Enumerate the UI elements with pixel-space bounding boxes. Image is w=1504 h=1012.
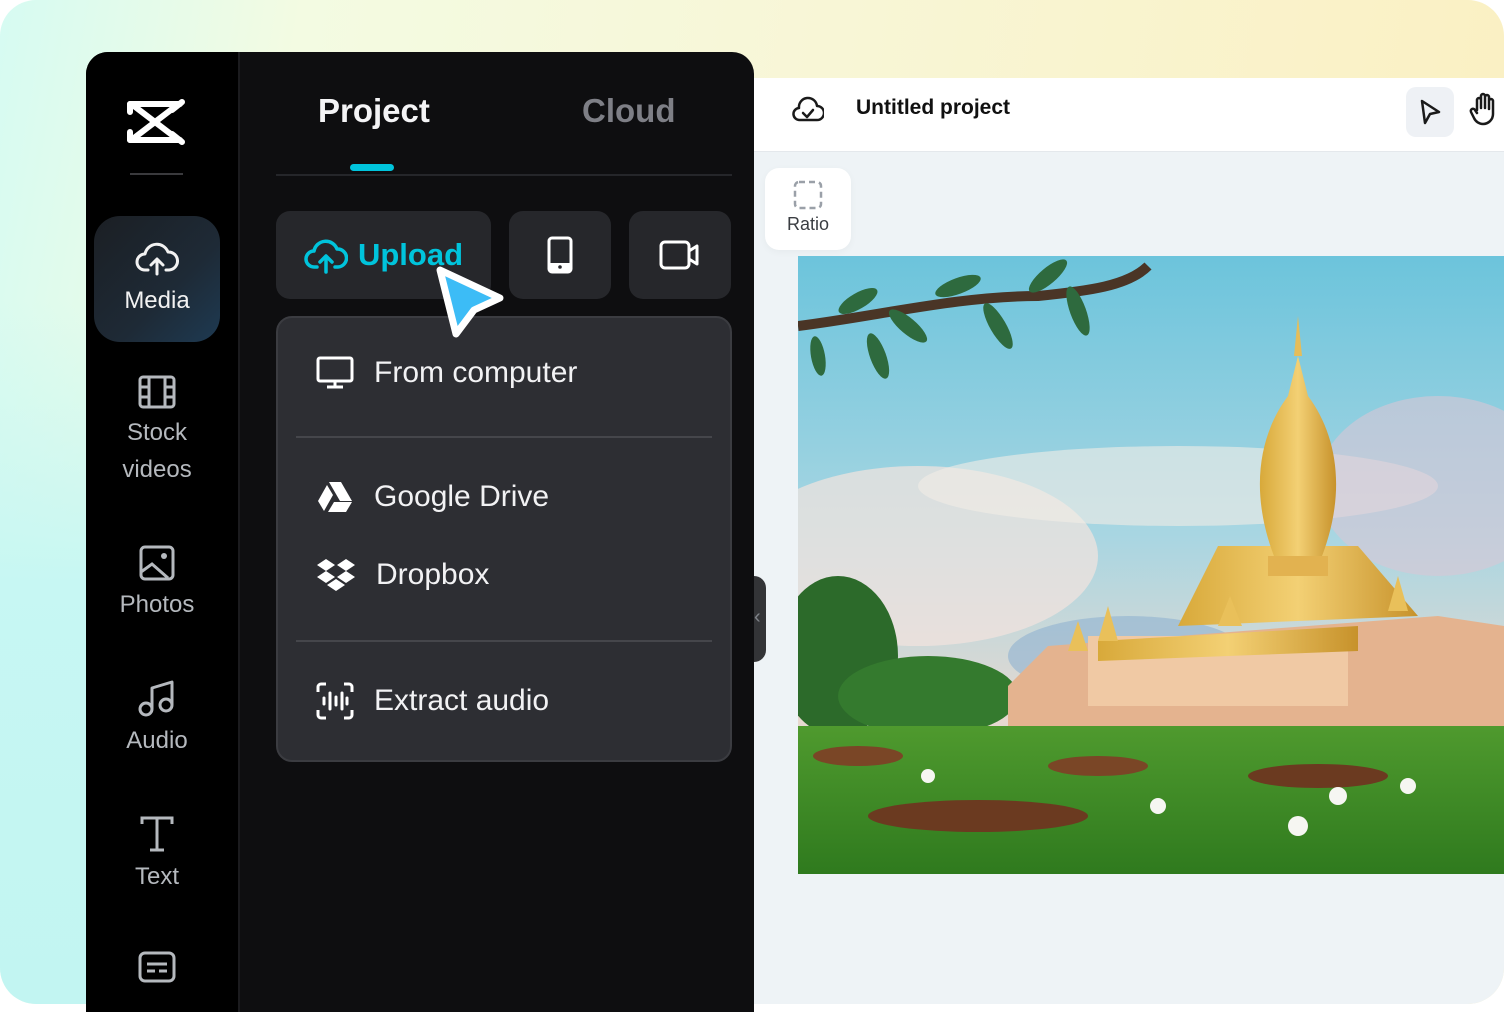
mouse-cursor-icon xyxy=(436,266,504,338)
phone-upload-button[interactable] xyxy=(509,211,611,299)
left-dark-app: Media Stock videos Photos Audio Text Pro… xyxy=(86,52,754,1012)
project-title[interactable]: Untitled project xyxy=(856,96,1010,120)
chevron-left-icon: ‹ xyxy=(754,606,761,628)
google-drive-icon xyxy=(318,482,352,512)
hand-pan-icon[interactable] xyxy=(1469,92,1499,126)
collapse-panel-handle[interactable]: ‹ xyxy=(754,576,766,662)
tab-project[interactable]: Project xyxy=(318,92,430,130)
menu-item-label: Google Drive xyxy=(374,480,550,513)
extract-audio-icon xyxy=(316,682,354,720)
music-note-icon xyxy=(138,680,174,717)
record-button[interactable] xyxy=(629,211,731,299)
sidebar-item-label: videos xyxy=(122,456,192,483)
aspect-ratio-icon xyxy=(793,180,823,210)
phone-icon xyxy=(547,236,573,274)
canvas-preview-image[interactable] xyxy=(798,256,1504,874)
media-panel: Project Cloud Upload From computer Googl… xyxy=(240,52,754,1012)
menu-item-label: Dropbox xyxy=(376,558,490,591)
sidebar-item-stock-videos[interactable]: Stock videos xyxy=(94,374,220,488)
menu-divider xyxy=(296,640,712,642)
dropbox-icon xyxy=(317,559,355,591)
video-camera-icon xyxy=(659,240,699,270)
upload-dropdown-menu: From computer Google Drive Dropbox Extra… xyxy=(276,316,732,762)
menu-item-label: From computer xyxy=(374,356,578,389)
cloud-upload-icon xyxy=(304,239,348,274)
sidebar-item-audio[interactable]: Audio xyxy=(94,678,220,759)
cloud-saved-icon[interactable] xyxy=(792,94,824,124)
menu-item-from-computer[interactable]: From computer xyxy=(316,356,577,390)
select-tool-button[interactable] xyxy=(1406,87,1454,137)
rail-divider xyxy=(130,173,183,175)
ratio-button[interactable]: Ratio xyxy=(765,168,851,250)
tab-divider xyxy=(276,174,732,176)
sidebar-item-text[interactable]: Text xyxy=(94,814,220,895)
tab-cloud[interactable]: Cloud xyxy=(582,92,675,130)
ratio-label: Ratio xyxy=(786,214,830,234)
sidebar-item-label: Stock xyxy=(126,419,188,446)
menu-item-dropbox[interactable]: Dropbox xyxy=(316,558,489,592)
cloud-upload-icon xyxy=(135,242,179,276)
monitor-icon xyxy=(316,356,354,389)
editor-topbar: Untitled project xyxy=(754,78,1504,152)
menu-divider xyxy=(296,436,712,438)
film-icon xyxy=(138,375,176,409)
sidebar-item-label: Photos xyxy=(119,591,195,618)
select-pointer-icon xyxy=(1420,99,1441,125)
sidebar-item-label: Media xyxy=(124,287,190,314)
sidebar-rail: Media Stock videos Photos Audio Text xyxy=(86,52,240,1012)
sidebar-item-label: Audio xyxy=(126,727,188,754)
active-tab-indicator xyxy=(350,164,394,171)
image-icon xyxy=(139,545,175,581)
sidebar-item-captions[interactable] xyxy=(94,950,220,988)
text-icon xyxy=(140,816,174,852)
temple-photo xyxy=(798,256,1504,874)
captions-icon xyxy=(138,951,176,983)
sidebar-item-media[interactable]: Media xyxy=(94,216,220,342)
sidebar-item-label: Text xyxy=(134,863,179,890)
editor-area: Untitled project Ratio xyxy=(754,78,1504,1004)
sidebar-item-photos[interactable]: Photos xyxy=(94,544,220,623)
menu-item-label: Extract audio xyxy=(374,684,550,717)
menu-item-google-drive[interactable]: Google Drive xyxy=(316,480,549,514)
capcut-logo-icon xyxy=(127,99,185,145)
menu-item-extract-audio[interactable]: Extract audio xyxy=(316,682,549,720)
